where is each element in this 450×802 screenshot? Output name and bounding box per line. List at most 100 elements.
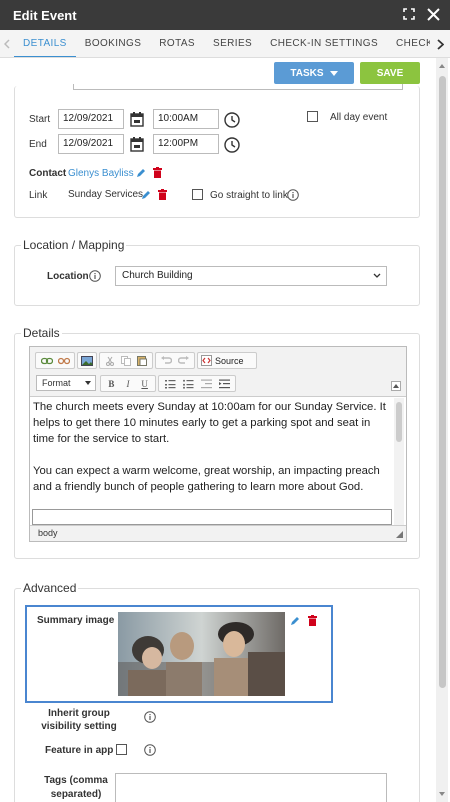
info-icon[interactable] [287,189,299,201]
caret-down-icon [85,381,91,385]
expand-icon[interactable] [401,6,417,22]
bold-icon[interactable]: B [104,377,119,391]
tasks-button[interactable]: TASKS [274,62,354,84]
delete-trash-icon[interactable] [157,188,167,200]
contact-link[interactable]: Glenys Bayliss [68,168,134,179]
all-day-label: All day event [330,112,388,123]
location-select-value: Church Building [122,270,193,281]
history-tools-group [155,352,195,369]
delete-trash-icon[interactable] [152,166,162,178]
image-tools-group [77,352,97,369]
save-button-label: SAVE [376,67,404,79]
scroll-up-icon[interactable] [438,62,446,70]
outdent-icon[interactable] [198,377,214,391]
feature-in-app-checkbox[interactable] [116,744,127,755]
undo-icon[interactable] [159,354,174,368]
start-time-input[interactable]: 10:00AM [153,109,219,129]
location-legend: Location / Mapping [21,238,127,252]
tags-label-line1: Tags (comma [44,775,108,786]
schedule-panel: Start 12/09/2021 10:00AM All day event E… [14,84,420,218]
scrollbar-thumb[interactable] [439,76,446,688]
start-date-input[interactable]: 12/09/2021 [58,109,124,129]
edit-pencil-icon[interactable] [289,615,300,626]
feature-in-app-label: Feature in app [45,745,114,756]
link-value: Sunday Services [68,189,144,200]
all-day-checkbox[interactable] [307,111,318,122]
resize-grip-icon[interactable] [396,531,403,538]
italic-icon[interactable]: I [121,377,136,391]
advanced-panel: Advanced Summary image Inherit group vis… [14,581,420,802]
chevron-down-icon [373,273,381,278]
clock-icon[interactable] [223,136,241,154]
window-title: Edit Event [13,7,77,23]
paste-icon[interactable] [135,354,149,368]
description-input-bottom[interactable] [73,84,403,90]
info-icon[interactable] [144,744,156,756]
numbered-list-icon[interactable] [162,377,178,391]
collapse-toolbar-icon[interactable] [391,381,401,391]
text-style-group: B I U [100,375,156,392]
delete-trash-icon[interactable] [307,614,317,626]
link-tools-group [35,352,75,369]
start-label: Start [29,114,51,125]
info-icon[interactable] [144,711,156,723]
tags-input[interactable] [115,773,387,802]
tab-check-in-settings[interactable]: CHECK-IN SETTINGS [261,30,387,57]
bulleted-list-icon[interactable] [180,377,196,391]
editor-content[interactable]: The church meets every Sunday at 10:00am… [30,398,394,511]
editor-scrollbar-thumb[interactable] [396,402,402,442]
indent-icon[interactable] [216,377,232,391]
tab-bar: DETAILS BOOKINGS ROTAS SERIES CHECK-IN S… [0,30,450,58]
underline-icon[interactable]: U [137,377,152,391]
clipboard-tools-group [99,352,153,369]
source-icon [201,355,212,366]
tab-details[interactable]: DETAILS [14,30,76,57]
location-label: Location [47,271,89,282]
tabs-scroll-left-icon[interactable] [0,30,14,57]
editor-element-path[interactable]: body [38,528,58,538]
summary-image-label: Summary image [37,615,115,626]
link-icon[interactable] [39,354,54,368]
cut-icon[interactable] [103,354,117,368]
go-straight-checkbox[interactable] [192,189,203,200]
end-date-input[interactable]: 12/09/2021 [58,134,124,154]
editor-status-bar: body [30,525,406,541]
summary-image[interactable] [118,612,285,696]
link-label: Link [29,190,48,201]
scroll-down-icon[interactable] [438,790,446,798]
rich-text-editor: Source Format B I U The church meets eve… [29,346,407,542]
caret-down-icon [329,70,338,76]
calendar-icon[interactable] [129,110,145,128]
save-button[interactable]: SAVE [360,62,420,84]
source-button[interactable]: Source [197,352,257,369]
go-straight-label: Go straight to link [210,190,288,201]
info-icon[interactable] [89,270,101,282]
tabs-scroll-right-icon[interactable] [430,30,450,57]
editor-toolbar: Source Format B I U [30,347,406,397]
inherit-visibility-label-line1: Inherit group [48,708,110,719]
tags-label: Tags (comma separated) [39,774,113,802]
location-select[interactable]: Church Building [115,266,387,286]
editor-scrollbar[interactable] [394,398,404,526]
end-time-input[interactable]: 12:00PM [153,134,219,154]
page-scrollbar[interactable] [436,58,448,802]
copy-icon[interactable] [119,354,133,368]
redo-icon[interactable] [176,354,191,368]
editor-inner-field[interactable] [32,509,392,525]
window-titlebar: Edit Event [0,0,450,30]
tab-series[interactable]: SERIES [204,30,261,57]
close-icon[interactable] [425,6,441,22]
format-select-label: Format [42,378,71,388]
summary-image-field: Summary image [25,605,333,703]
clock-icon[interactable] [223,111,241,129]
unlink-icon[interactable] [56,354,71,368]
format-select[interactable]: Format [36,375,96,391]
edit-pencil-icon[interactable] [140,189,151,200]
image-icon[interactable] [81,354,93,368]
tab-rotas[interactable]: ROTAS [150,30,204,57]
list-tools-group [158,375,236,392]
editor-paragraph: The church meets every Sunday at 10:00am… [33,401,386,445]
tab-bookings[interactable]: BOOKINGS [76,30,151,57]
calendar-icon[interactable] [129,135,145,153]
edit-pencil-icon[interactable] [135,167,146,178]
